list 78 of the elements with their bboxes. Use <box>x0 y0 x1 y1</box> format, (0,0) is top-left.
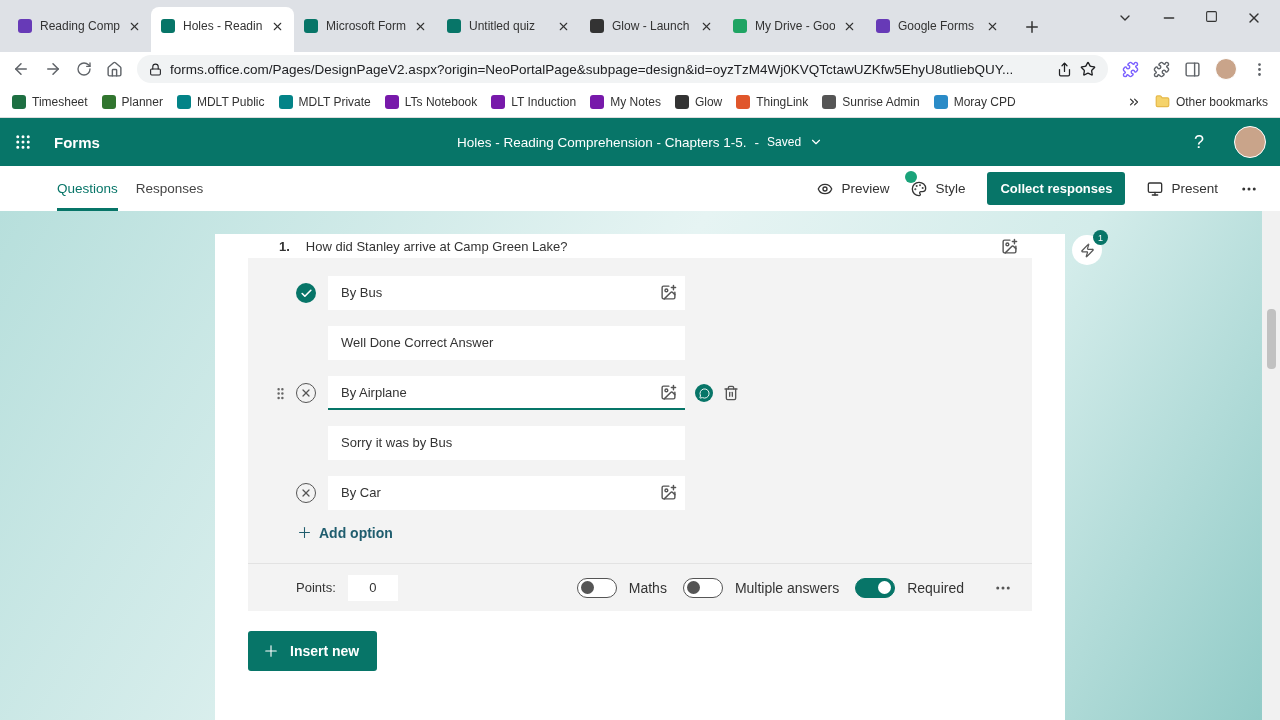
toggle-label: Maths <box>628 579 667 596</box>
toggle-label: Multiple answers <box>734 579 840 596</box>
insert-image-icon[interactable] <box>660 283 677 301</box>
bookmark[interactable]: Moray CPD <box>933 94 1016 109</box>
browser-tab[interactable]: Untitled quiz <box>437 7 580 45</box>
bookmark[interactable]: Other bookmarks <box>1154 94 1268 109</box>
lock-icon <box>149 62 162 76</box>
bookmark[interactable]: LT Induction <box>491 94 577 109</box>
question-text: How did Stanley arrive at Camp Green Lake? <box>305 238 569 254</box>
bookmark[interactable]: Sunrise Admin <box>822 94 920 109</box>
present-button[interactable]: Present <box>1147 180 1218 197</box>
delete-icon[interactable] <box>723 385 739 401</box>
maximize-icon[interactable] <box>1205 10 1218 23</box>
palette-icon <box>911 180 928 197</box>
bookmark[interactable]: Planner <box>101 94 163 109</box>
feedback-field[interactable]: Well Done Correct Answer <box>328 326 685 360</box>
correct-answer-icon[interactable] <box>296 283 316 303</box>
insert-image-icon[interactable] <box>660 483 677 501</box>
bookmark[interactable]: My Notes <box>590 94 661 109</box>
toggle-switch[interactable] <box>855 577 896 598</box>
app-name: Forms <box>54 133 100 151</box>
browser-tab[interactable]: Reading Comp <box>8 7 151 45</box>
plus-icon <box>262 642 280 660</box>
nav-tab[interactable]: Responses <box>135 166 204 211</box>
form-title: Holes - Reading Comprehension - Chapters 1-5. <box>456 134 747 150</box>
feedback-field[interactable]: Sorry it was by Bus <box>328 426 685 460</box>
plus-icon <box>296 524 313 541</box>
back-icon[interactable] <box>12 60 30 78</box>
feedback-icon[interactable] <box>695 384 713 402</box>
option-field[interactable]: By Car <box>328 476 685 510</box>
browser-tab[interactable]: Google Forms <box>866 7 1009 45</box>
question-number: 1. <box>279 238 290 254</box>
address-bar[interactable]: forms.office.com/Pages/DesignPageV2.aspx?origin=NeoPortalPage&subpage=design&id=oyzTzM4Wj0KVQTctawUZKfw5EhyU8utliebQUY... <box>137 55 1108 83</box>
browser-tab[interactable]: Microsoft Form <box>294 7 437 45</box>
reload-icon[interactable] <box>76 61 92 77</box>
separator: - <box>754 134 760 150</box>
insert-new-button[interactable]: Insert new <box>248 631 378 671</box>
collect-responses-button[interactable]: Collect responses <box>987 172 1126 205</box>
browser-tab[interactable]: Glow - Launch <box>580 7 723 45</box>
avatar[interactable] <box>1234 126 1266 158</box>
count-badge: 1 <box>1093 230 1108 245</box>
browser-tab[interactable]: My Drive - Goo <box>723 7 866 45</box>
insert-image-icon[interactable] <box>1001 237 1018 255</box>
bookmark[interactable]: ThingLink <box>736 94 809 109</box>
points-label: Points: <box>296 580 336 595</box>
extensions-icon[interactable] <box>1153 60 1170 78</box>
notification-dot <box>905 170 918 183</box>
browser-tab[interactable]: Holes - Readin <box>151 7 294 52</box>
help-button[interactable]: ? <box>1194 131 1204 153</box>
app-launcher-icon[interactable] <box>14 133 32 151</box>
option-field[interactable]: By Airplane <box>328 376 685 410</box>
preview-button[interactable]: Preview <box>817 180 890 197</box>
ideas-button[interactable] <box>1072 235 1102 265</box>
toggle-switch[interactable] <box>576 577 617 598</box>
style-button[interactable]: Style <box>911 180 966 197</box>
scrollbar[interactable] <box>1262 211 1280 720</box>
star-icon[interactable] <box>1080 61 1096 77</box>
share-icon[interactable] <box>1057 61 1072 77</box>
save-status: Saved <box>767 135 802 149</box>
points-field[interactable]: 0 <box>347 574 398 601</box>
extension-icon[interactable] <box>1122 60 1139 78</box>
forward-icon[interactable] <box>44 60 62 78</box>
home-icon[interactable] <box>106 60 123 78</box>
bookmark[interactable]: MDLT Private <box>278 94 371 109</box>
option-field[interactable]: By Bus <box>328 276 685 310</box>
side-panel-icon[interactable] <box>1184 60 1201 78</box>
new-tab-icon[interactable] <box>1023 18 1041 36</box>
bookmark[interactable]: Glow <box>674 94 723 109</box>
insert-image-icon[interactable] <box>660 383 677 401</box>
toggle-switch[interactable] <box>682 577 723 598</box>
bookmark[interactable]: Timesheet <box>12 94 88 109</box>
bookmark[interactable]: MDLT Public <box>176 94 265 109</box>
lightning-icon <box>1079 242 1095 258</box>
toggle-label: Required <box>907 579 964 596</box>
bookmark[interactable]: LTs Notebook <box>384 94 478 109</box>
folder-icon <box>1154 94 1170 109</box>
monitor-icon <box>1147 180 1164 197</box>
add-option-button[interactable]: Add option <box>296 524 1032 541</box>
